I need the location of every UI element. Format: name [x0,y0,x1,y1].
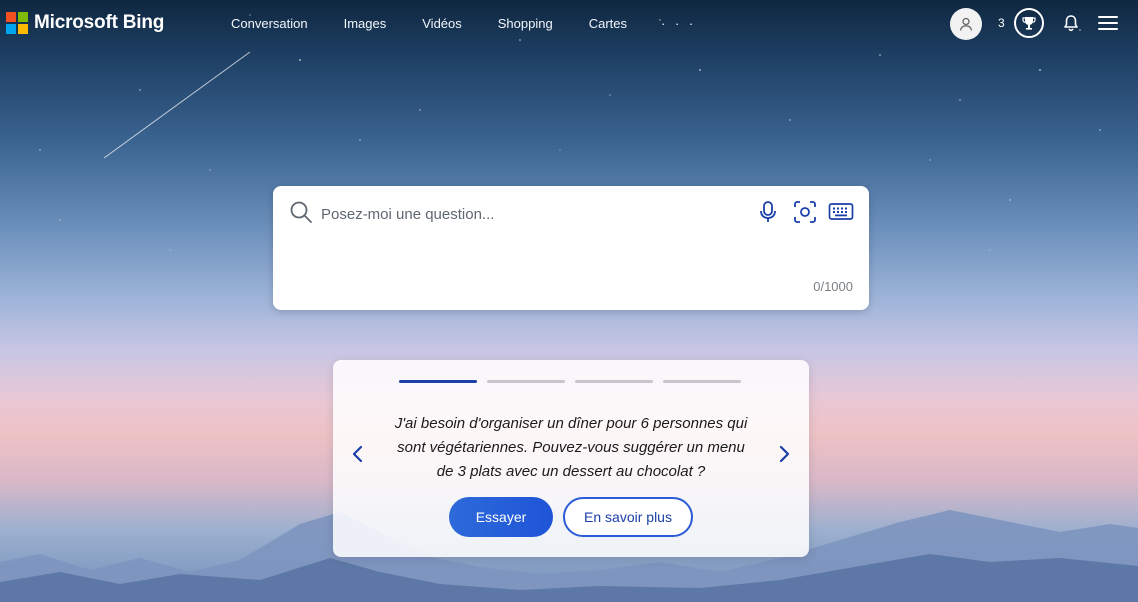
learn-more-button[interactable]: En savoir plus [563,497,693,537]
nav-conversation[interactable]: Conversation [231,16,308,31]
nav-shopping[interactable]: Shopping [498,16,553,31]
visual-search-icon[interactable] [792,199,818,225]
menu-button[interactable] [1098,12,1122,34]
nav-maps[interactable]: Cartes [589,16,627,31]
carousel-indicator-2[interactable] [487,380,565,383]
search-box: 0/1000 [273,186,869,310]
nav-videos[interactable]: Vidéos [422,16,462,31]
rewards-count: 3 [998,16,1005,30]
microphone-icon[interactable] [757,199,779,225]
header-actions: 3 [938,6,1138,42]
hamburger-icon-line [1098,16,1118,18]
search-input[interactable] [319,200,743,228]
top-header: Microsoft Bing Conversation Images Vidéo… [0,0,1138,48]
nav-more-button[interactable]: · · · [661,16,696,31]
carousel-progress [399,380,741,383]
bing-logo[interactable]: Microsoft Bing [6,11,164,35]
carousel-indicator-1[interactable] [399,380,477,383]
rewards-button[interactable] [1014,8,1044,38]
bell-icon [1064,15,1078,32]
notifications-button[interactable] [1060,12,1082,34]
suggestion-prompt-text: J'ai besoin d'organiser un dîner pour 6 … [394,415,748,480]
try-button[interactable]: Essayer [449,497,553,537]
chevron-left-icon[interactable] [349,444,367,464]
account-avatar-button[interactable] [950,8,982,40]
character-counter: 0/1000 [813,279,853,294]
hamburger-icon-line [1098,28,1118,30]
chevron-right-icon[interactable] [775,444,793,464]
carousel-indicator-4[interactable] [663,380,741,383]
user-icon [959,17,973,31]
nav-images[interactable]: Images [344,16,387,31]
search-icon[interactable] [289,200,313,224]
microsoft-logo-icon [6,12,28,34]
suggestion-card: J'ai besoin d'organiser un dîner pour 6 … [333,360,809,557]
main-nav: Conversation Images Vidéos Shopping Cart… [231,16,696,31]
bing-home-page: Microsoft Bing Conversation Images Vidéo… [0,0,1138,602]
logo-text: Microsoft Bing [34,12,165,33]
hamburger-icon-line [1098,22,1118,24]
carousel-indicator-3[interactable] [575,380,653,383]
keyboard-icon[interactable] [828,201,854,223]
trophy-icon [1022,17,1036,30]
